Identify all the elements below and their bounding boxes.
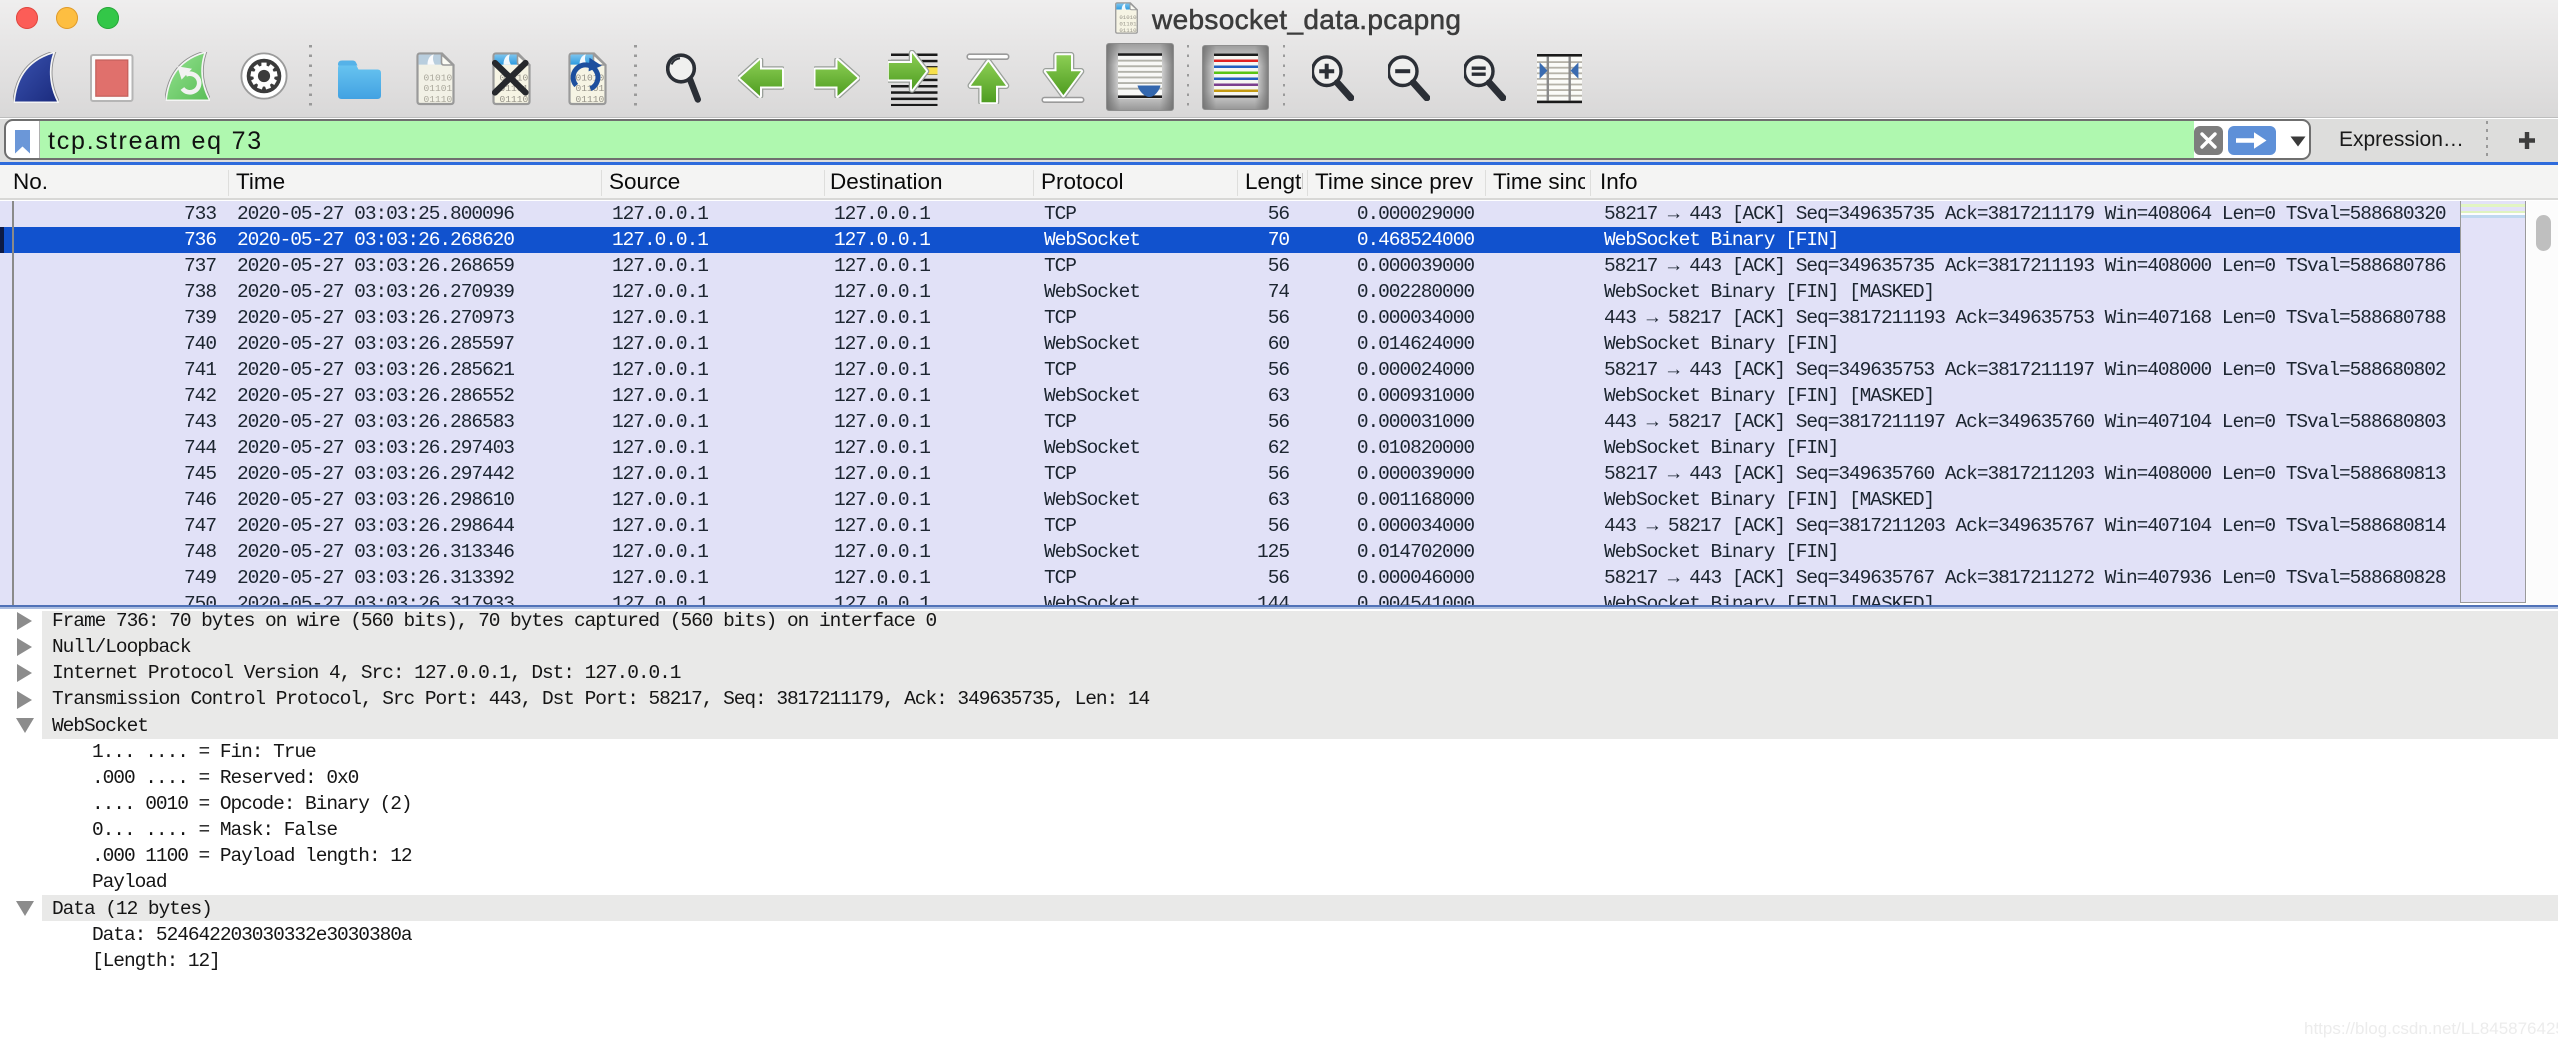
svg-text:01110: 01110 — [499, 94, 528, 105]
svg-text:01101: 01101 — [575, 83, 604, 94]
svg-text:01110: 01110 — [423, 94, 452, 105]
svg-text:01101: 01101 — [423, 83, 452, 94]
svg-text:01010: 01010 — [423, 73, 452, 84]
svg-text:01110: 01110 — [575, 94, 604, 105]
svg-text:01110: 01110 — [1119, 27, 1137, 34]
